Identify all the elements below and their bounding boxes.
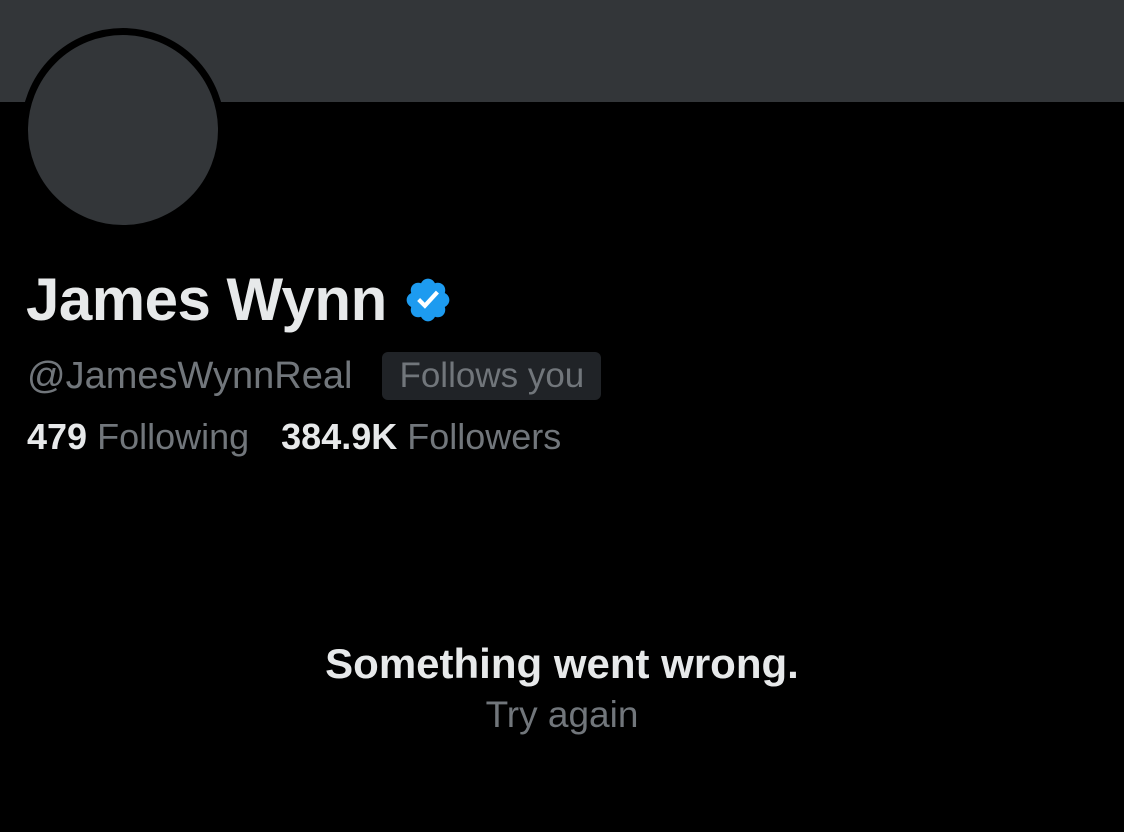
following-link[interactable]: 479 Following: [27, 416, 249, 458]
followers-link[interactable]: 384.9K Followers: [281, 416, 561, 458]
following-count: 479: [27, 416, 88, 457]
following-label: Following: [97, 416, 250, 457]
profile-name-row: James Wynn: [26, 262, 453, 338]
avatar[interactable]: [21, 28, 225, 232]
follows-you-badge: Follows you: [382, 352, 602, 400]
follow-stats: 479 Following 384.9K Followers: [27, 414, 561, 460]
try-again-button[interactable]: Try again: [486, 692, 639, 738]
verified-badge-icon[interactable]: [403, 275, 453, 325]
handle-row: @JamesWynnReal Follows you: [27, 350, 602, 402]
followers-label: Followers: [407, 416, 562, 457]
error-message: Something went wrong.: [325, 640, 799, 687]
followers-count: 384.9K: [281, 416, 398, 457]
display-name: James Wynn: [26, 266, 387, 333]
error-state: Something went wrong. Try again: [0, 636, 1124, 738]
profile-page: James Wynn @JamesWynnReal Follows you 47…: [0, 0, 1124, 832]
profile-handle: @JamesWynnReal: [27, 355, 353, 397]
